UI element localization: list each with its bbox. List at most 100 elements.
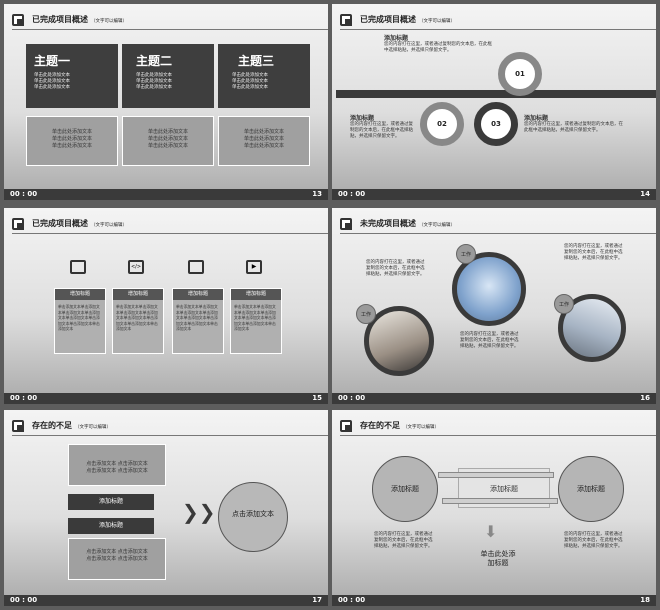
feature-column-3[interactable]: 增加标题 单击添加文本单击添加文本单击添加文本单击添加文本单击添加文本单击添加文本… (172, 288, 224, 354)
column-text: 单击添加文本单击添加文本单击添加文本单击添加文本单击添加文本单击添加文本单击添加… (116, 304, 158, 331)
slide-footer: 00 : 00 13 (4, 189, 328, 200)
slide-15[interactable]: 已完成项目概述 （文字可以编辑） </> ▶ 增加标题 单击添加文本单击添加文本单击… (4, 208, 328, 404)
grey-line: 单击此处添加文本 (147, 136, 188, 142)
tag-circle: 工作 (554, 294, 574, 314)
double-chevron-icon: ❯❯ (182, 500, 216, 524)
title-bar-2[interactable]: 添加标题 (68, 518, 154, 534)
footer-time: 00 : 00 (10, 394, 38, 402)
slide-header: 已完成项目概述 （文字可以编辑） (12, 12, 328, 30)
feature-column-2[interactable]: 增加标题单击添加文本单击添加文本单击添加文本单击添加文本单击添加文本单击添加文本… (112, 288, 164, 354)
step-circle-03: 03 (474, 102, 518, 146)
grey-text-box-2[interactable]: 单击此处添加文本 单击此处添加文本 单击此处添加文本 (122, 116, 214, 166)
slide-13[interactable]: 已完成项目概述 （文字可以编辑） 主题一 单击此处添加文本 单击此处添加文本 单击此处… (4, 4, 328, 200)
right-text: 您的内容打在这里，或者通过复制您的文本后，在此框中选择粘贴，并选择只保留文字。 (564, 532, 623, 549)
left-text: 您的内容打在这里，或者通过复制您的文本后，在此框中选择粘贴，并选择只保留文字。 (374, 532, 433, 549)
header-divider (12, 233, 328, 234)
slide-17[interactable]: 存在的不足 （文字可以编辑） 点击添加文本 点击添加文本 点击添加文本 点击添加文… (4, 410, 328, 606)
topic-title: 主题二 (136, 54, 173, 68)
footer-time: 00 : 00 (338, 394, 366, 402)
page-number: 16 (640, 394, 650, 402)
grey-line: 单击此处添加文本 (243, 136, 284, 142)
text-block-3: 您的内容打在这里，或者通过复制您的文本后，在此框中选择粘贴，并选择只保留文字。 (460, 332, 519, 349)
slide-subtitle: （文字可以编辑） (91, 19, 127, 24)
step-number: 02 (437, 120, 447, 128)
step-number: 01 (515, 70, 525, 78)
topic-item: 单击此处添加文本 (136, 85, 172, 90)
step-text: 您的内容打在这里，或者通过复制您的文本后，在此框中选择粘贴，并选择只保留文字。 (524, 122, 623, 133)
slide-subtitle: （文字可以编辑） (419, 19, 455, 24)
header-divider (340, 435, 656, 436)
footer-time: 00 : 00 (338, 596, 366, 604)
slide-footer: 00 : 00 15 (4, 393, 328, 404)
topic-title: 主题一 (34, 54, 71, 68)
topic-item: 单击此处添加文本 (34, 85, 70, 90)
feature-column-4[interactable]: 增加标题 单击添加文本单击添加文本单击添加文本单击添加文本单击添加文本单击添加文本… (230, 288, 282, 354)
title-square-icon (12, 14, 24, 26)
step-circle-02: 02 (420, 102, 464, 146)
topic-box-3[interactable]: 主题三 单击此处添加文本 单击此处添加文本 单击此处添加文本 (218, 44, 310, 108)
page-number: 18 (640, 596, 650, 604)
title-square-icon (340, 14, 352, 26)
slide-subtitle: （文字可以编辑） (75, 425, 111, 430)
footer-time: 00 : 00 (338, 190, 366, 198)
footer-time: 00 : 00 (10, 596, 38, 604)
top-text-box[interactable]: 点击添加文本 点击添加文本 点击添加文本 点击添加文本 (68, 444, 166, 486)
slide-header: 未完成项目概述 （文字可以编辑） (340, 216, 656, 234)
tag-circle: 工作 (356, 304, 376, 324)
topic-title: 主题三 (238, 54, 275, 68)
slide-footer: 00 : 00 17 (4, 595, 328, 606)
title-square-icon (12, 218, 24, 230)
slide-footer: 00 : 00 18 (332, 595, 656, 606)
header-divider (340, 29, 656, 30)
title-bar-1[interactable]: 添加标题 (68, 494, 154, 510)
grey-line: 单击此处添加文本 (243, 143, 284, 149)
title-square-icon (340, 218, 352, 230)
slide-title: 已完成项目概述 (32, 15, 88, 24)
column-text: 单击添加文本单击添加文本单击添加文本单击添加文本单击添加文本单击添加文本单击添加… (176, 304, 218, 331)
step-circle-01: 01 (498, 52, 542, 96)
page-number: 13 (312, 190, 322, 198)
column-title: 增加标题 (113, 289, 163, 300)
grey-text-box-1[interactable]: 单击此处添加文本 单击此处添加文本 单击此处添加文本 (26, 116, 118, 166)
slide-header: 已完成项目概述 （文字可以编辑） (12, 216, 328, 234)
code-icon: </> (128, 260, 144, 274)
column-text: 单击添加文本单击添加文本单击添加文本单击添加文本单击添加文本单击添加文本单击添加… (58, 304, 100, 331)
slide-header: 已完成项目概述 （文字可以编辑） (340, 12, 656, 30)
right-circle[interactable]: 添加标题 (558, 456, 624, 522)
slide-subtitle: （文字可以编辑） (419, 223, 455, 228)
slide-14[interactable]: 已完成项目概述 （文字可以编辑） 添加标题 您的内容打在这里，或者通过复制您的文本后… (332, 4, 656, 200)
footer-time: 00 : 00 (10, 190, 38, 198)
page-number: 14 (640, 190, 650, 198)
left-circle[interactable]: 添加标题 (372, 456, 438, 522)
slide-16[interactable]: 未完成项目概述 （文字可以编辑） 您的内容打在这里，或者通过复制您的文本后，在此框… (332, 208, 656, 404)
text-circle[interactable]: 点击添加文本 (218, 482, 288, 552)
slide-title: 已完成项目概述 (32, 219, 88, 228)
play-icon: ▶ (246, 260, 262, 274)
slide-footer: 00 : 00 14 (332, 189, 656, 200)
topic-box-2[interactable]: 主题二 单击此处添加文本 单击此处添加文本 单击此处添加文本 (122, 44, 214, 108)
bottom-text-box[interactable]: 点击添加文本 点击添加文本 点击添加文本 点击添加文本 (68, 538, 166, 580)
slide-subtitle: （文字可以编辑） (91, 223, 127, 228)
grey-line: 单击此处添加文本 (51, 129, 92, 135)
slide-title: 未完成项目概述 (360, 219, 416, 228)
topic-item: 单击此处添加文本 (232, 85, 268, 90)
step-text: 您的内容打在这里，或者通过复制您的文本后，在此框中选择粘贴，并选择只保留文字。 (350, 122, 413, 139)
slide-title: 已完成项目概述 (360, 15, 416, 24)
header-divider (12, 29, 328, 30)
column-title: 增加标题 (55, 289, 105, 300)
feature-column-1[interactable]: 增加标题单击添加文本单击添加文本单击添加文本单击添加文本单击添加文本单击添加文本… (54, 288, 106, 354)
header-divider (340, 233, 656, 234)
column-title: 增加标题 (231, 289, 281, 300)
slide-title: 存在的不足 (32, 421, 72, 430)
arrow-left-icon (442, 498, 558, 504)
topic-box-1[interactable]: 主题一 单击此处添加文本 单击此处添加文本 单击此处添加文本 (26, 44, 118, 108)
slide-header: 存在的不足 （文字可以编辑） (340, 418, 656, 436)
bottom-title[interactable]: 单击此处添加标题 (478, 550, 518, 568)
page-number: 17 (312, 596, 322, 604)
tag-circle: 工作 (456, 244, 476, 264)
step-text: 您的内容打在这里，或者通过复制您的文本后，在此框中选择粘贴，并选择只保留文字。 (384, 42, 492, 53)
text-block-2: 您的内容打在这里，或者通过复制您的文本后，在此框中选择粘贴，并选择只保留文字。 (564, 244, 623, 261)
arrow-down-icon: ⬇ (484, 522, 498, 541)
slide-18[interactable]: 存在的不足 （文字可以编辑） 添加标题 添加标题 添加标题 ⬇ 单击此处添加标题 … (332, 410, 656, 606)
grey-text-box-3[interactable]: 单击此处添加文本 单击此处添加文本 单击此处添加文本 (218, 116, 310, 166)
